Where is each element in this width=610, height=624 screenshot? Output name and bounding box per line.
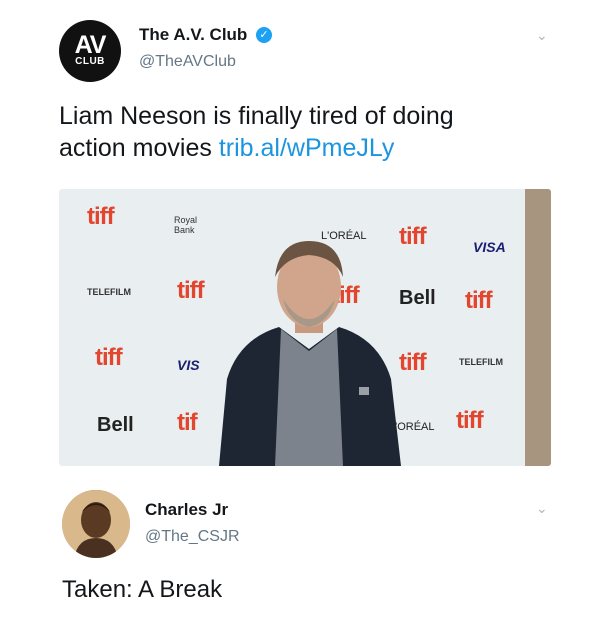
photo-logo-visa: VIS <box>177 357 200 373</box>
author-handle[interactable]: @The_CSJR <box>145 528 240 546</box>
tweet-photo[interactable]: tiff Royal Bank L'ORÉAL tiff VISA TELEFI… <box>59 189 551 466</box>
photo-logo-telefilm: TELEFILM <box>459 357 503 367</box>
photo-wall-edge <box>525 189 551 466</box>
tweet-text-line1: Liam Neeson is finally tired of doing <box>59 102 454 130</box>
avatar[interactable]: AV CLUB <box>59 20 121 82</box>
tweet-av-club: AV CLUB The A.V. Club ✓ @TheAVClub ⌄ Lia… <box>0 0 610 478</box>
chevron-down-icon[interactable]: ⌄ <box>536 500 548 517</box>
photo-logo-tiff: tiff <box>456 407 484 434</box>
tweet-link[interactable]: trib.al/wPmeJLy <box>219 134 395 162</box>
photo-logo-tiff: tif <box>177 409 198 436</box>
photo-logo-telefilm: TELEFILM <box>87 287 131 297</box>
photo-logo-visa: VISA <box>473 239 506 255</box>
verified-icon: ✓ <box>256 27 272 43</box>
author-handle[interactable]: @TheAVClub <box>139 53 236 71</box>
profile-photo <box>62 490 130 558</box>
avatar-logo-subtext: CLUB <box>75 56 105 67</box>
photo-logo-tiff: tiff <box>95 344 123 371</box>
photo-logo-bell: Bell <box>97 414 134 436</box>
tweet-text: Taken: A Break <box>62 576 223 603</box>
author-name[interactable]: The A.V. Club <box>139 25 247 45</box>
photo-logo-tiff: tiff <box>87 203 115 230</box>
avatar-logo-text: AV <box>74 31 107 59</box>
tweet-reply: Charles Jr @The_CSJR ⌄ Taken: A Break <box>0 478 610 624</box>
tweet-text-line2: action movies <box>59 134 212 162</box>
photo-person <box>219 241 401 466</box>
tweet-text: Liam Neeson is finally tired of doing ac… <box>59 100 559 164</box>
chevron-down-icon[interactable]: ⌄ <box>536 27 548 44</box>
author-name[interactable]: Charles Jr <box>145 500 228 520</box>
avatar[interactable] <box>62 490 130 558</box>
photo-logo-tiff: tiff <box>465 287 493 314</box>
photo-logo-tiff: tiff <box>177 277 205 304</box>
photo-logo-royal-bank: Royal Bank <box>174 215 198 235</box>
